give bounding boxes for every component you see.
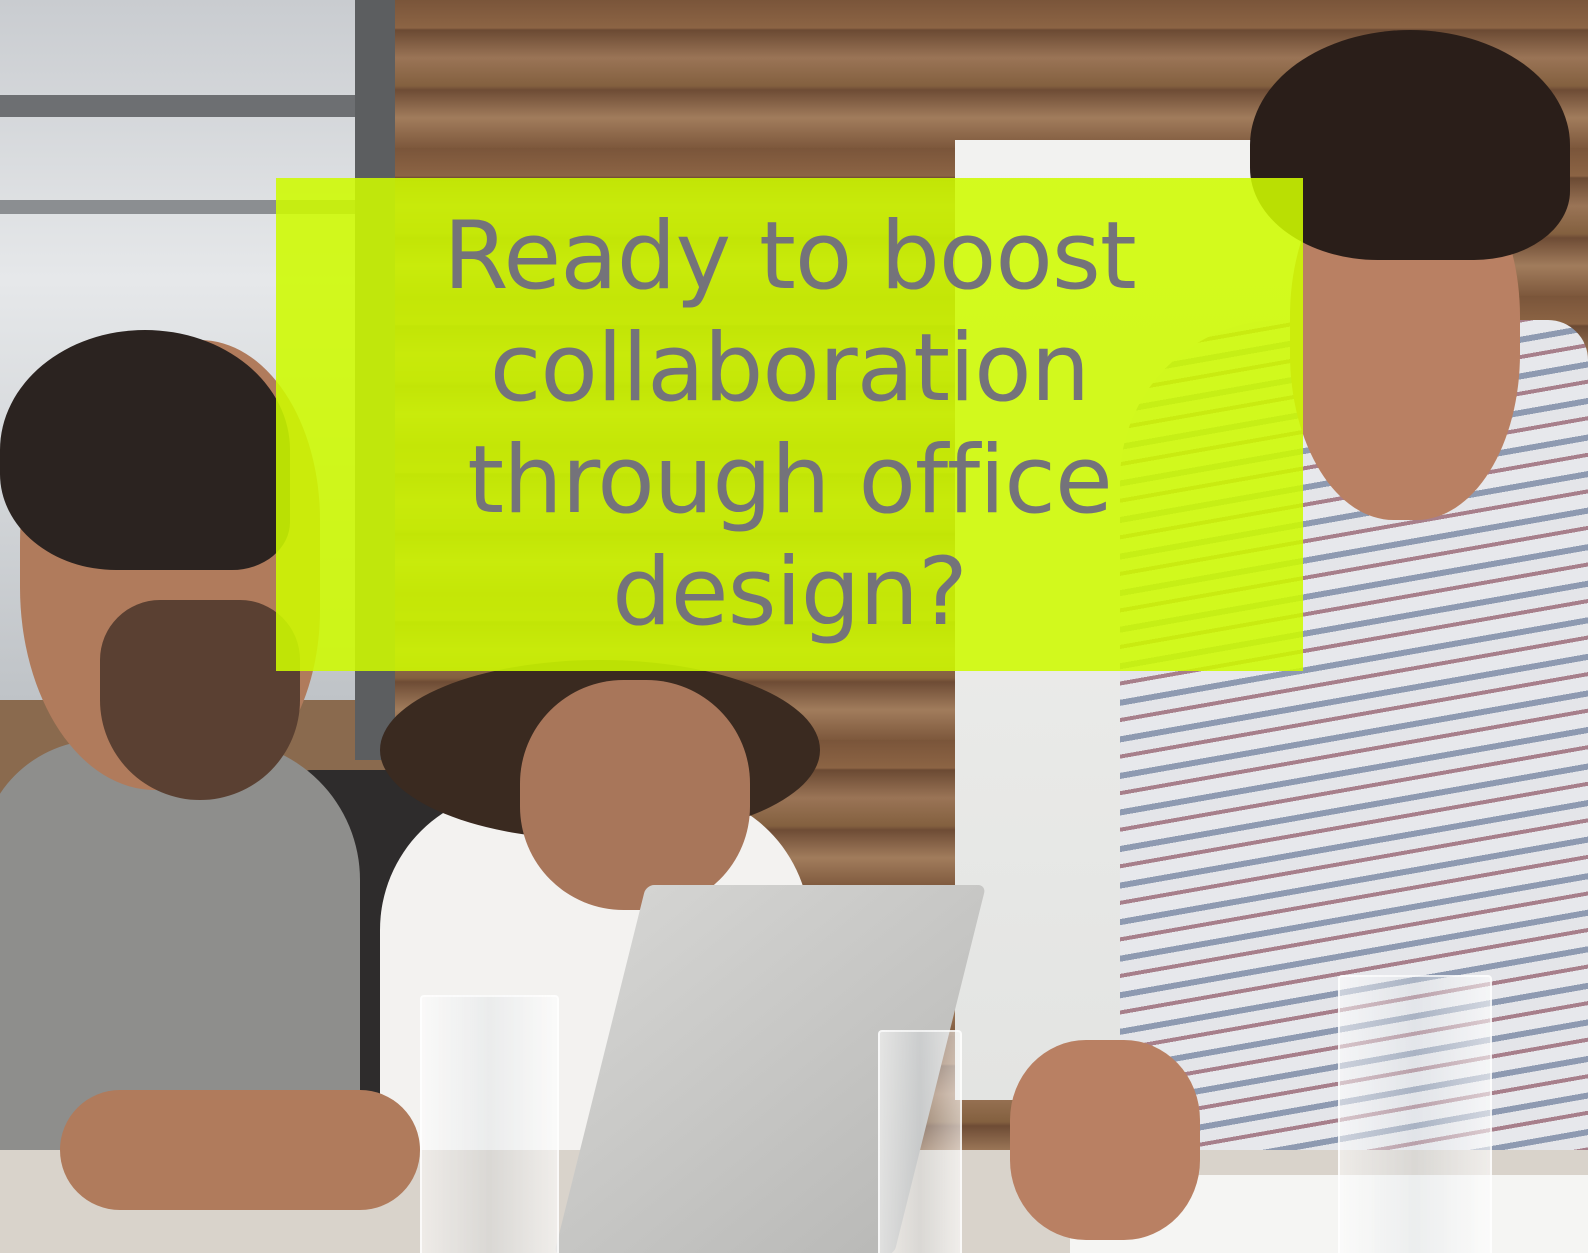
person-middle-face [520,680,750,910]
headline-title: Ready to boost collaboration through off… [443,201,1136,649]
headline-box: Ready to boost collaboration through off… [276,178,1303,671]
photo-banner: Ready to boost collaboration through off… [0,0,1588,1253]
person-left-hair [0,330,290,570]
headline-line: Ready to boost [443,201,1136,311]
person-left-beard [100,600,300,800]
headline-line: through office [467,425,1113,535]
water-glass [1338,975,1492,1253]
water-glass [420,995,559,1253]
headline-line: design? [612,537,968,647]
water-glass [878,1030,962,1253]
headline-line: collaboration [489,313,1091,423]
person-left-arm [60,1090,420,1210]
window-frame [0,95,395,117]
person-right-hand [1010,1040,1200,1240]
